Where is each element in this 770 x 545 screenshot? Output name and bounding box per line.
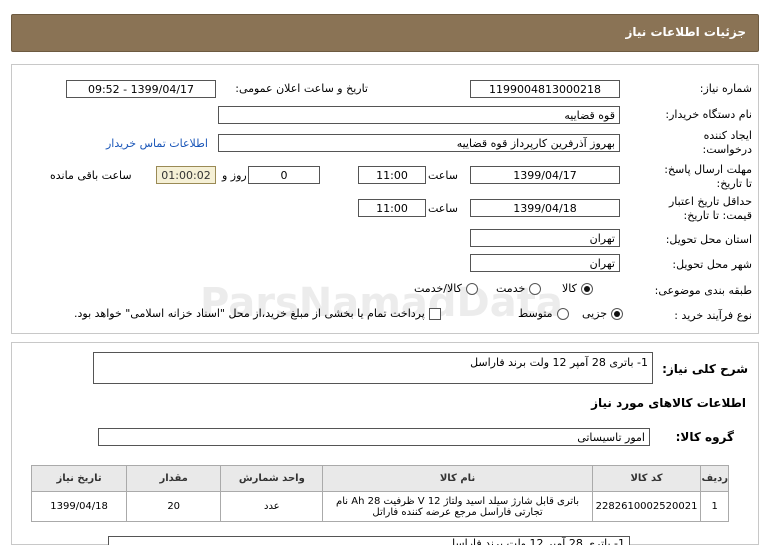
category-option-goods-service[interactable]: کالا/خدمت [414,282,478,295]
city-field: تهران [470,254,620,272]
creator-label-2: درخواست: [702,143,752,156]
treasury-payment-option[interactable]: پرداخت تمام یا بخشی از مبلغ خرید،از محل … [74,307,441,320]
remaining-label: ساعت باقی مانده [50,169,132,182]
need-number-field: 1199004813000218 [470,80,620,98]
goods-section-title: اطلاعات کالاهای مورد نیاز [591,396,746,410]
radio-icon[interactable] [465,282,478,295]
deadline-time-field: 11:00 [358,166,426,184]
remaining-timer: 01:00:02 [156,166,216,184]
deadline-label-2: تا تاریخ: [716,177,752,190]
validity-time-field: 11:00 [358,199,426,217]
col-unit: واحد شمارش [220,465,324,492]
goods-table: ردیف کد کالا نام کالا واحد شمارش مقدار ت… [30,465,729,522]
category-option-service[interactable]: خدمت [496,282,542,295]
cell-index: 1 [700,491,729,522]
col-date: تاریخ نیاز [30,465,128,492]
radio-icon[interactable] [529,282,542,295]
page-title: جزئیات اطلاعات نیاز [625,25,746,39]
announce-field: 1399/04/17 - 09:52 [66,80,216,98]
validity-label-1: حداقل تاریخ اعتبار [668,195,752,208]
radio-icon[interactable] [556,307,569,320]
cell-name: باتری قابل شارژ سیلد اسید ولتاژ V 12 ظرف… [322,491,593,522]
cell-date: 1399/04/18 [30,491,128,522]
category-label: طبقه بندی موضوعی: [654,284,752,297]
goods-group-field: امور تاسیساتی [98,428,650,446]
days-label: روز و [222,169,247,182]
process-option-medium[interactable]: متوسط [518,307,569,320]
cell-name-line1: باتری قابل شارژ سیلد اسید ولتاژ V 12 ظرف… [336,495,579,507]
cell-code: 2282610002520021 [591,491,702,522]
col-qty: مقدار [126,465,222,492]
validity-date-field: 1399/04/18 [470,199,620,217]
radio-selected-icon[interactable] [611,307,624,320]
city-label: شهر محل تحویل: [672,258,752,271]
announce-label: تاریخ و ساعت اعلان عمومی: [235,82,368,95]
validity-label-2: قیمت: تا تاریخ: [683,209,752,222]
validity-time-label: ساعت [428,202,458,215]
page-header: جزئیات اطلاعات نیاز [11,14,759,52]
deadline-date-field: 1399/04/17 [470,166,620,184]
cell-name-line2: تجارتی فاراسل مرجع عرضه کننده فاراتل [372,506,543,518]
deadline-time-label: ساعت [428,169,458,182]
need-number-label: شماره نیاز: [699,82,752,95]
description-label: شرح کلی نیاز: [662,362,748,376]
description-field: 1- باتری 28 آمپر 12 ولت برند فاراسل [93,352,653,384]
process-label: نوع فرآیند خرید : [674,309,752,322]
cell-unit: عدد [220,491,324,522]
table-header-row: ردیف کد کالا نام کالا واحد شمارش مقدار ت… [30,465,729,492]
province-label: استان محل تحویل: [665,233,752,246]
category-option-goods[interactable]: کالا [562,282,593,295]
checkbox-icon[interactable] [428,307,441,320]
deadline-label-1: مهلت ارسال پاسخ: [664,163,752,176]
days-field: 0 [248,166,320,184]
goods-bottom-note: 1- باتری 28 آمپر 12 ولت برند فاراسل [108,536,630,545]
goods-group-label: گروه کالا: [675,430,734,444]
creator-label-1: ایجاد کننده [703,129,752,142]
process-option-minor[interactable]: جزیی [582,307,624,320]
col-index: ردیف [700,465,729,492]
table-row: 1 2282610002520021 باتری قابل شارژ سیلد … [30,491,729,522]
province-field: تهران [470,229,620,247]
creator-field: بهروز آذرفرین کارپرداز قوه قضاییه [218,134,620,152]
radio-selected-icon[interactable] [580,282,593,295]
cell-qty: 20 [126,491,222,522]
col-name: نام کالا [322,465,593,492]
col-code: کد کالا [591,465,702,492]
contact-buyer-link[interactable]: اطلاعات تماس خریدار [106,137,208,150]
buyer-org-label: نام دستگاه خریدار: [665,108,752,121]
buyer-org-field: قوه قضاییه [218,106,620,124]
